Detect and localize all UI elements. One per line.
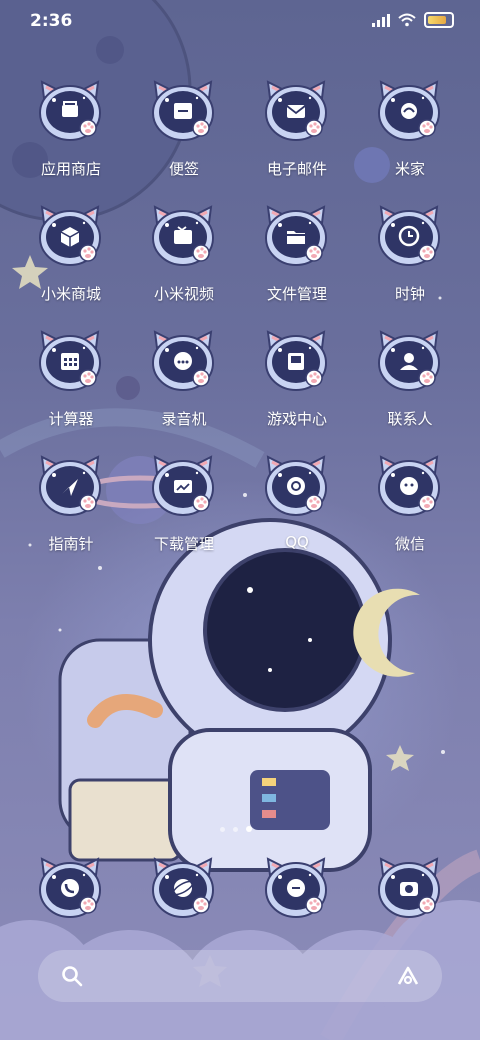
- app-label: 微信: [394, 535, 425, 553]
- notes-icon: [152, 80, 214, 141]
- app-label: 下载管理: [153, 535, 214, 553]
- app-label: 便签: [168, 160, 199, 178]
- app-label: 指南针: [48, 535, 94, 553]
- app-shop[interactable]: 小米商城: [16, 203, 126, 328]
- battery-icon: [424, 12, 454, 28]
- app-label: QQ: [285, 533, 309, 551]
- dock-phone[interactable]: [16, 855, 126, 925]
- app-clock[interactable]: 时钟: [355, 203, 465, 328]
- app-mihome[interactable]: 米家: [355, 78, 465, 203]
- voice-assistant-icon[interactable]: [396, 964, 420, 988]
- status-icons: [372, 12, 454, 28]
- wifi-icon: [398, 13, 416, 27]
- mihome-icon: [378, 80, 440, 141]
- mail-icon: [265, 80, 327, 141]
- app-compass[interactable]: 指南针: [16, 453, 126, 578]
- clock-icon: [378, 205, 440, 266]
- app-recorder[interactable]: 录音机: [129, 328, 239, 453]
- shop-icon: [39, 205, 101, 266]
- app-wechat[interactable]: 微信: [355, 453, 465, 578]
- app-label: 小米商城: [40, 285, 101, 303]
- app-store[interactable]: 应用商店: [16, 78, 126, 203]
- phone-icon: [39, 857, 101, 918]
- status-time: 2:36: [30, 11, 73, 31]
- app-notes[interactable]: 便签: [129, 78, 239, 203]
- calculator-icon: [39, 330, 101, 391]
- dock-browser[interactable]: [129, 855, 239, 925]
- status-bar: 2:36: [0, 0, 480, 44]
- camera-icon: [378, 857, 440, 918]
- app-label: 文件管理: [266, 285, 327, 303]
- compass-icon: [39, 455, 101, 516]
- recorder-icon: [152, 330, 214, 391]
- signal-icon: [372, 13, 390, 27]
- app-label: 时钟: [394, 285, 425, 303]
- app-label: 应用商店: [40, 160, 101, 178]
- video-icon: [152, 205, 214, 266]
- app-label: 米家: [394, 160, 425, 178]
- app-contacts[interactable]: 联系人: [355, 328, 465, 453]
- app-game[interactable]: 游戏中心: [242, 328, 352, 453]
- page-indicator[interactable]: [220, 826, 252, 832]
- page-dot[interactable]: [233, 826, 238, 832]
- dock: [0, 855, 480, 925]
- page-dot[interactable]: [246, 826, 252, 832]
- wechat-icon: [378, 455, 440, 516]
- app-calculator[interactable]: 计算器: [16, 328, 126, 453]
- app-video[interactable]: 小米视频: [129, 203, 239, 328]
- dock-messages[interactable]: [242, 855, 352, 925]
- app-label: 游戏中心: [266, 410, 327, 428]
- search-bar[interactable]: [38, 950, 442, 1002]
- browser-icon: [152, 857, 214, 918]
- app-label: 联系人: [387, 410, 433, 428]
- app-qq[interactable]: QQ: [242, 453, 352, 578]
- download-icon: [152, 455, 214, 516]
- app-download[interactable]: 下载管理: [129, 453, 239, 578]
- app-label: 小米视频: [153, 285, 214, 303]
- folder-icon: [265, 205, 327, 266]
- app-folder[interactable]: 文件管理: [242, 203, 352, 328]
- store-icon: [39, 80, 101, 141]
- search-icon[interactable]: [60, 964, 84, 988]
- app-label: 录音机: [161, 410, 207, 428]
- game-icon: [265, 330, 327, 391]
- app-label: 电子邮件: [266, 160, 327, 178]
- contacts-icon: [378, 330, 440, 391]
- app-label: 计算器: [48, 410, 94, 428]
- app-mail[interactable]: 电子邮件: [242, 78, 352, 203]
- dock-camera[interactable]: [355, 855, 465, 925]
- page-dot[interactable]: [220, 826, 225, 832]
- qq-icon: [265, 455, 327, 516]
- messages-icon: [265, 857, 327, 918]
